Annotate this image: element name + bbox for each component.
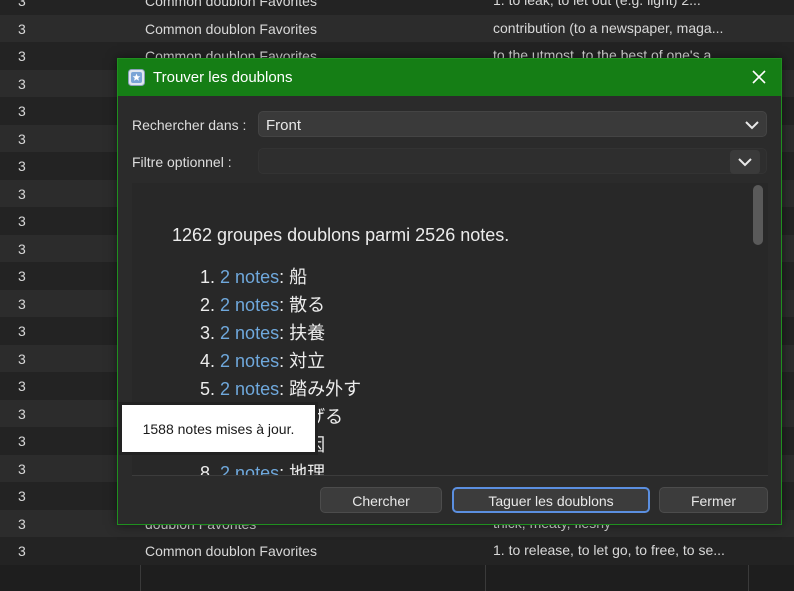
table-cell: Common doublon Favorites — [145, 20, 317, 37]
result-text: : 扶養 — [279, 323, 326, 343]
notes-link[interactable]: 2 notes — [220, 267, 279, 287]
search-in-value: Front — [266, 117, 302, 134]
list-item: 8. 2 notes: 地理 — [200, 459, 361, 475]
result-number: 2. — [200, 295, 216, 315]
table-cell: 3 — [18, 185, 26, 202]
table-cell: Common doublon Favorites — [145, 0, 317, 9]
list-item: 5. 2 notes: 踏み外す — [200, 375, 361, 403]
table-cell: contribution (to a newspaper, maga... — [493, 19, 724, 36]
list-item: 2. 2 notes: 散る — [200, 291, 361, 319]
table-cell: 3 — [18, 378, 26, 394]
result-text: : 船 — [279, 267, 308, 287]
table-cell: 3 — [18, 0, 26, 9]
notes-link[interactable]: 2 notes — [220, 295, 279, 315]
table-cell: 3 — [18, 515, 26, 532]
table-row[interactable]: 3 Common doublon Favorites contribution (t… — [0, 14, 794, 42]
close-icon[interactable] — [747, 65, 771, 89]
dialog-titlebar: Trouver les doublons — [118, 59, 781, 96]
result-text: : 対立 — [279, 351, 326, 371]
table-cell: 1. to leak, to let out (e.g. light) 2... — [493, 0, 701, 8]
search-button[interactable]: Chercher — [320, 487, 442, 513]
close-button[interactable]: Fermer — [659, 487, 768, 513]
table-cell: 1. to release, to let go, to free, to se… — [493, 542, 725, 558]
result-text: : 散る — [279, 295, 326, 315]
table-cell: 3 — [18, 240, 26, 257]
notes-link[interactable]: 2 notes — [220, 379, 279, 399]
status-tooltip: 1588 notes mises à jour. — [119, 402, 318, 455]
table-row[interactable]: 3 Common doublon Favorites 1. to leak, to … — [0, 0, 794, 15]
table-cell: 3 — [18, 323, 26, 339]
scrollbar-thumb[interactable] — [753, 185, 763, 245]
tag-duplicates-button[interactable]: Taguer les doublons — [452, 487, 650, 513]
filter-label: Filtre optionnel : — [132, 154, 232, 170]
results-summary: 1262 groupes doublons parmi 2526 notes. — [172, 225, 510, 245]
table-cell: 3 — [18, 405, 26, 422]
filter-dropdown-button[interactable] — [730, 150, 760, 174]
result-text: : 地理 — [279, 463, 326, 475]
table-cell: 3 — [18, 158, 26, 174]
result-number: 5. — [200, 379, 216, 399]
table-row[interactable]: 3 Common doublon Favorites 1. to release, … — [0, 537, 794, 565]
table-cell: 3 — [18, 103, 26, 119]
notes-link[interactable]: 2 notes — [220, 463, 279, 475]
search-in-select[interactable]: Front — [258, 111, 767, 137]
notes-link[interactable]: 2 notes — [220, 351, 279, 371]
table-cell: 3 — [18, 350, 26, 367]
result-text: : 踏み外す — [279, 379, 362, 399]
result-number: 3. — [200, 323, 216, 343]
list-item: 4. 2 notes: 対立 — [200, 347, 361, 375]
table-cell: 3 — [18, 75, 26, 92]
table-cell: 3 — [18, 460, 26, 477]
anki-app-icon — [128, 69, 145, 86]
result-number: 1. — [200, 267, 216, 287]
notes-link[interactable]: 2 notes — [220, 323, 279, 343]
result-number: 8. — [200, 463, 216, 475]
table-cell: 3 — [18, 488, 26, 504]
search-in-label: Rechercher dans : — [132, 117, 247, 133]
result-number: 4. — [200, 351, 216, 371]
table-cell: 3 — [18, 48, 26, 64]
list-item: 1. 2 notes: 船 — [200, 263, 361, 291]
chevron-down-icon — [738, 158, 752, 167]
table-cell: Common doublon Favorites — [145, 543, 317, 559]
dialog-title: Trouver les doublons — [153, 69, 293, 86]
list-item: 3. 2 notes: 扶養 — [200, 319, 361, 347]
table-cell: 3 — [18, 295, 26, 312]
table-cell: 3 — [18, 543, 26, 559]
table-cell: 3 — [18, 130, 26, 147]
chevron-down-icon — [745, 121, 759, 130]
table-cell: 3 — [18, 268, 26, 284]
scrollbar[interactable] — [752, 183, 766, 475]
divider — [132, 475, 768, 476]
table-cell: 3 — [18, 213, 26, 229]
table-cell: 3 — [18, 433, 26, 449]
filter-field[interactable] — [258, 148, 767, 174]
table-cell: 3 — [18, 20, 26, 37]
